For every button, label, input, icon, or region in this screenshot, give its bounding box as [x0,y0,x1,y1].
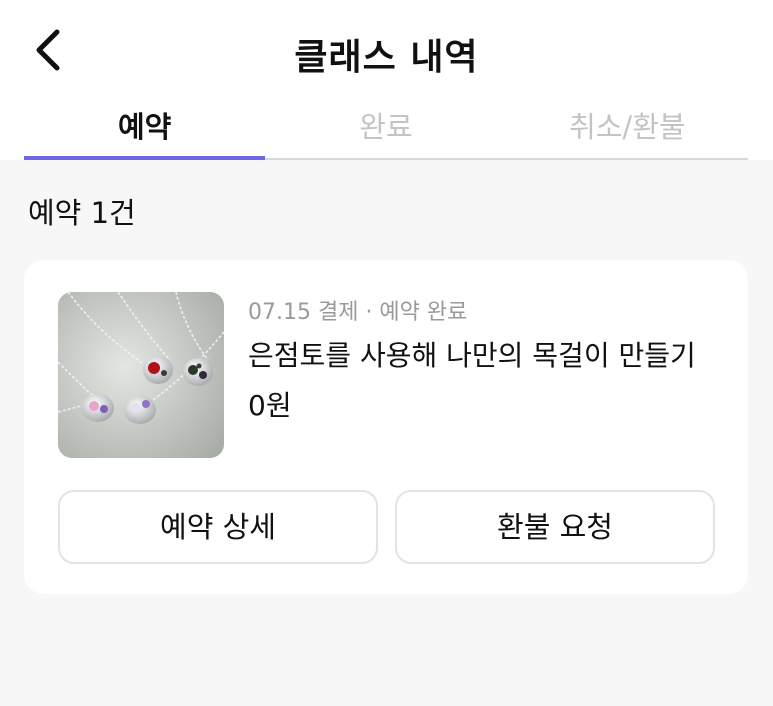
page-title: 클래스 내역 [294,37,479,78]
reservation-detail-button[interactable]: 예약 상세 [58,490,378,564]
price: 0원 [248,389,292,422]
tab-completed[interactable]: 완료 [265,100,506,158]
payment-status: 07.15 결제 · 예약 완료 [248,300,468,325]
tab-bar: 예약 완료 취소/환불 [24,100,748,160]
class-name[interactable]: 은점토를 사용해 나만의 목걸이 만들기 [248,334,696,374]
tab-reserved[interactable]: 예약 [24,100,266,160]
app-header: 클래스 내역 예약 완료 취소/환불 [0,0,773,160]
tab-cancel-refund[interactable]: 취소/환불 [507,100,748,158]
refund-request-button[interactable]: 환불 요청 [395,490,715,564]
reservation-card: 07.15 결제 · 예약 완료 은점토를 사용해 나만의 목걸이 만들기 0원… [24,260,748,594]
class-thumbnail[interactable] [58,292,224,458]
reservation-count: 예약 1건 [28,196,136,230]
necklace-image [58,292,224,458]
